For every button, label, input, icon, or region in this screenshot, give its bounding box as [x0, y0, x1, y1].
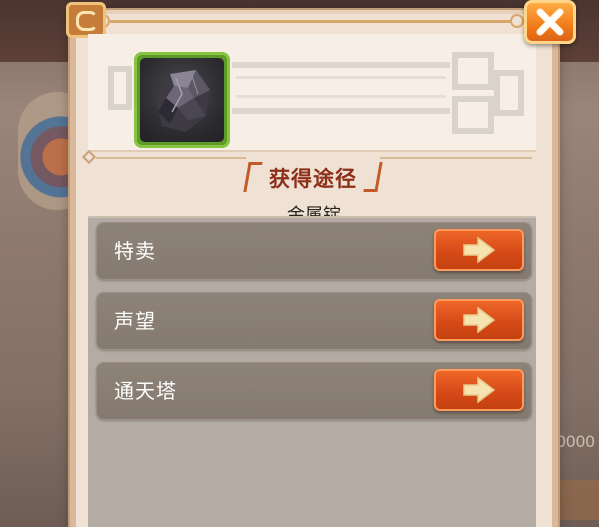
meander-key-right-outer	[494, 70, 524, 116]
arrow-right-icon	[463, 376, 496, 404]
close-button[interactable]	[524, 0, 576, 44]
section-title: 获得途径	[269, 167, 357, 191]
source-label: 特卖	[114, 239, 156, 263]
meander-key-left	[108, 66, 132, 110]
meander-key-right-top	[452, 52, 494, 90]
source-label: 通天塔	[114, 379, 177, 403]
background-button	[556, 480, 599, 520]
arrow-right-icon	[463, 306, 496, 334]
corner-swirl-icon	[66, 2, 106, 38]
section-header: 获得途径	[243, 160, 383, 196]
item-slot[interactable]	[134, 52, 230, 148]
background-currency-value: 0000	[556, 432, 595, 451]
close-x-icon	[536, 8, 564, 36]
arrow-right-icon	[463, 236, 496, 264]
meander-bar-inner	[236, 76, 446, 98]
header-bracket-left	[243, 162, 263, 192]
go-button[interactable]	[434, 299, 524, 341]
header-divider-left	[96, 157, 246, 159]
item-slot-background	[140, 58, 224, 142]
metal-ingot-icon	[156, 70, 210, 132]
source-row-special-sale[interactable]: 特卖	[96, 222, 532, 280]
header-divider-right	[380, 157, 532, 159]
divider-diamond-icon	[82, 150, 96, 164]
header-bracket-right	[363, 162, 383, 192]
go-button[interactable]	[434, 369, 524, 411]
source-row-reputation[interactable]: 声望	[96, 292, 532, 350]
source-row-babel-tower[interactable]: 通天塔	[96, 362, 532, 420]
go-button[interactable]	[434, 229, 524, 271]
meander-key-right-bottom	[452, 96, 494, 134]
panel-top-ornament	[96, 14, 524, 28]
source-label: 声望	[114, 309, 156, 333]
